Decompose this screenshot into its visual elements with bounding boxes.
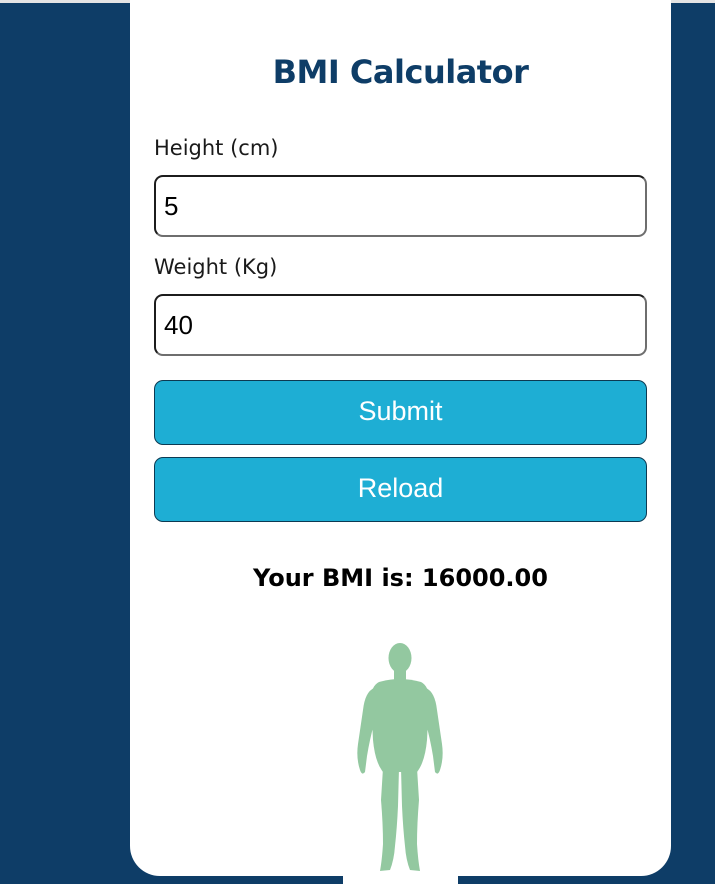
human-body-icon xyxy=(357,643,443,871)
bmi-result: Your BMI is: 16000.00 xyxy=(253,564,548,592)
submit-button[interactable]: Submit xyxy=(154,380,647,445)
page-title: BMI Calculator xyxy=(272,53,529,91)
reload-button[interactable]: Reload xyxy=(154,457,647,522)
weight-label: Weight (Kg) xyxy=(154,255,278,279)
height-input[interactable] xyxy=(154,175,647,237)
height-label: Height (cm) xyxy=(154,136,279,160)
weight-input[interactable] xyxy=(154,294,647,356)
